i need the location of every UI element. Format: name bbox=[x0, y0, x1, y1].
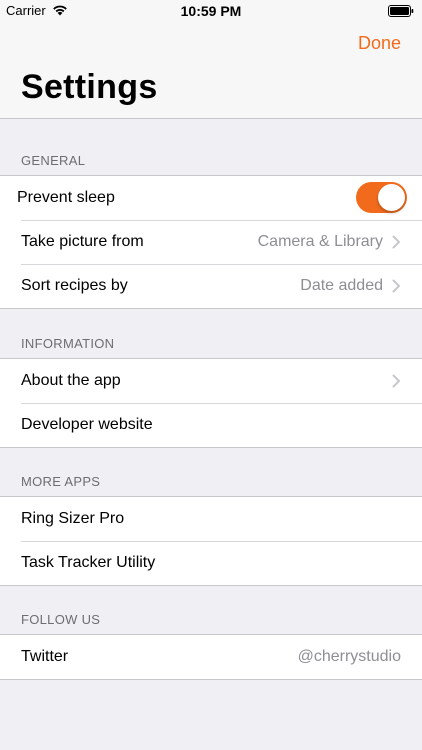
section-more-apps: MORE APPS Ring Sizer Pro Task Tracker Ut… bbox=[0, 447, 422, 586]
section-header-general: GENERAL bbox=[21, 153, 86, 168]
task-tracker-row[interactable]: Task Tracker Utility bbox=[0, 541, 422, 585]
battery-icon bbox=[388, 5, 414, 17]
sort-recipes-label: Sort recipes by bbox=[21, 277, 128, 294]
chevron-right-icon bbox=[392, 374, 400, 388]
prevent-sleep-label: Prevent sleep bbox=[17, 189, 115, 206]
ring-sizer-label: Ring Sizer Pro bbox=[21, 510, 125, 527]
section-follow-us: FOLLOW US Twitter @cherrystudio bbox=[0, 585, 422, 680]
section-header-more-apps: MORE APPS bbox=[21, 474, 101, 489]
group-information: About the app Developer website bbox=[0, 358, 422, 448]
page-title: Settings bbox=[21, 68, 158, 106]
prevent-sleep-row: Prevent sleep bbox=[0, 176, 422, 220]
task-tracker-label: Task Tracker Utility bbox=[21, 554, 156, 571]
section-general: GENERAL Prevent sleep Take picture from … bbox=[0, 119, 422, 309]
chevron-right-icon bbox=[392, 235, 400, 249]
group-more-apps: Ring Sizer Pro Task Tracker Utility bbox=[0, 496, 422, 586]
chevron-right-icon bbox=[392, 279, 400, 293]
twitter-row[interactable]: Twitter @cherrystudio bbox=[0, 635, 422, 679]
group-follow-us: Twitter @cherrystudio bbox=[0, 634, 422, 680]
sort-recipes-row[interactable]: Sort recipes by Date added bbox=[0, 264, 422, 308]
section-information: INFORMATION About the app Developer webs… bbox=[0, 309, 422, 448]
take-picture-value: Camera & Library bbox=[257, 233, 383, 250]
status-time: 10:59 PM bbox=[180, 3, 242, 19]
take-picture-row[interactable]: Take picture from Camera & Library bbox=[0, 220, 422, 264]
twitter-handle: @cherrystudio bbox=[297, 648, 401, 665]
section-header-follow-us: FOLLOW US bbox=[21, 612, 101, 627]
done-button[interactable]: Done bbox=[358, 33, 401, 54]
navigation-bar: Done Settings bbox=[0, 22, 422, 119]
developer-website-label: Developer website bbox=[21, 416, 153, 433]
prevent-sleep-toggle[interactable] bbox=[356, 182, 407, 213]
toggle-knob bbox=[378, 184, 405, 211]
about-app-label: About the app bbox=[21, 372, 121, 389]
developer-website-row[interactable]: Developer website bbox=[0, 403, 422, 447]
group-general: Prevent sleep Take picture from Camera &… bbox=[0, 175, 422, 309]
twitter-label: Twitter bbox=[21, 648, 69, 665]
section-header-information: INFORMATION bbox=[21, 336, 115, 351]
status-bar: Carrier 10:59 PM bbox=[0, 0, 422, 22]
settings-screen: Carrier 10:59 PM Done Settings GENERAL P… bbox=[0, 0, 422, 750]
ring-sizer-row[interactable]: Ring Sizer Pro bbox=[0, 497, 422, 541]
about-app-row[interactable]: About the app bbox=[0, 359, 422, 403]
sort-recipes-value: Date added bbox=[300, 277, 383, 294]
take-picture-label: Take picture from bbox=[21, 233, 144, 250]
